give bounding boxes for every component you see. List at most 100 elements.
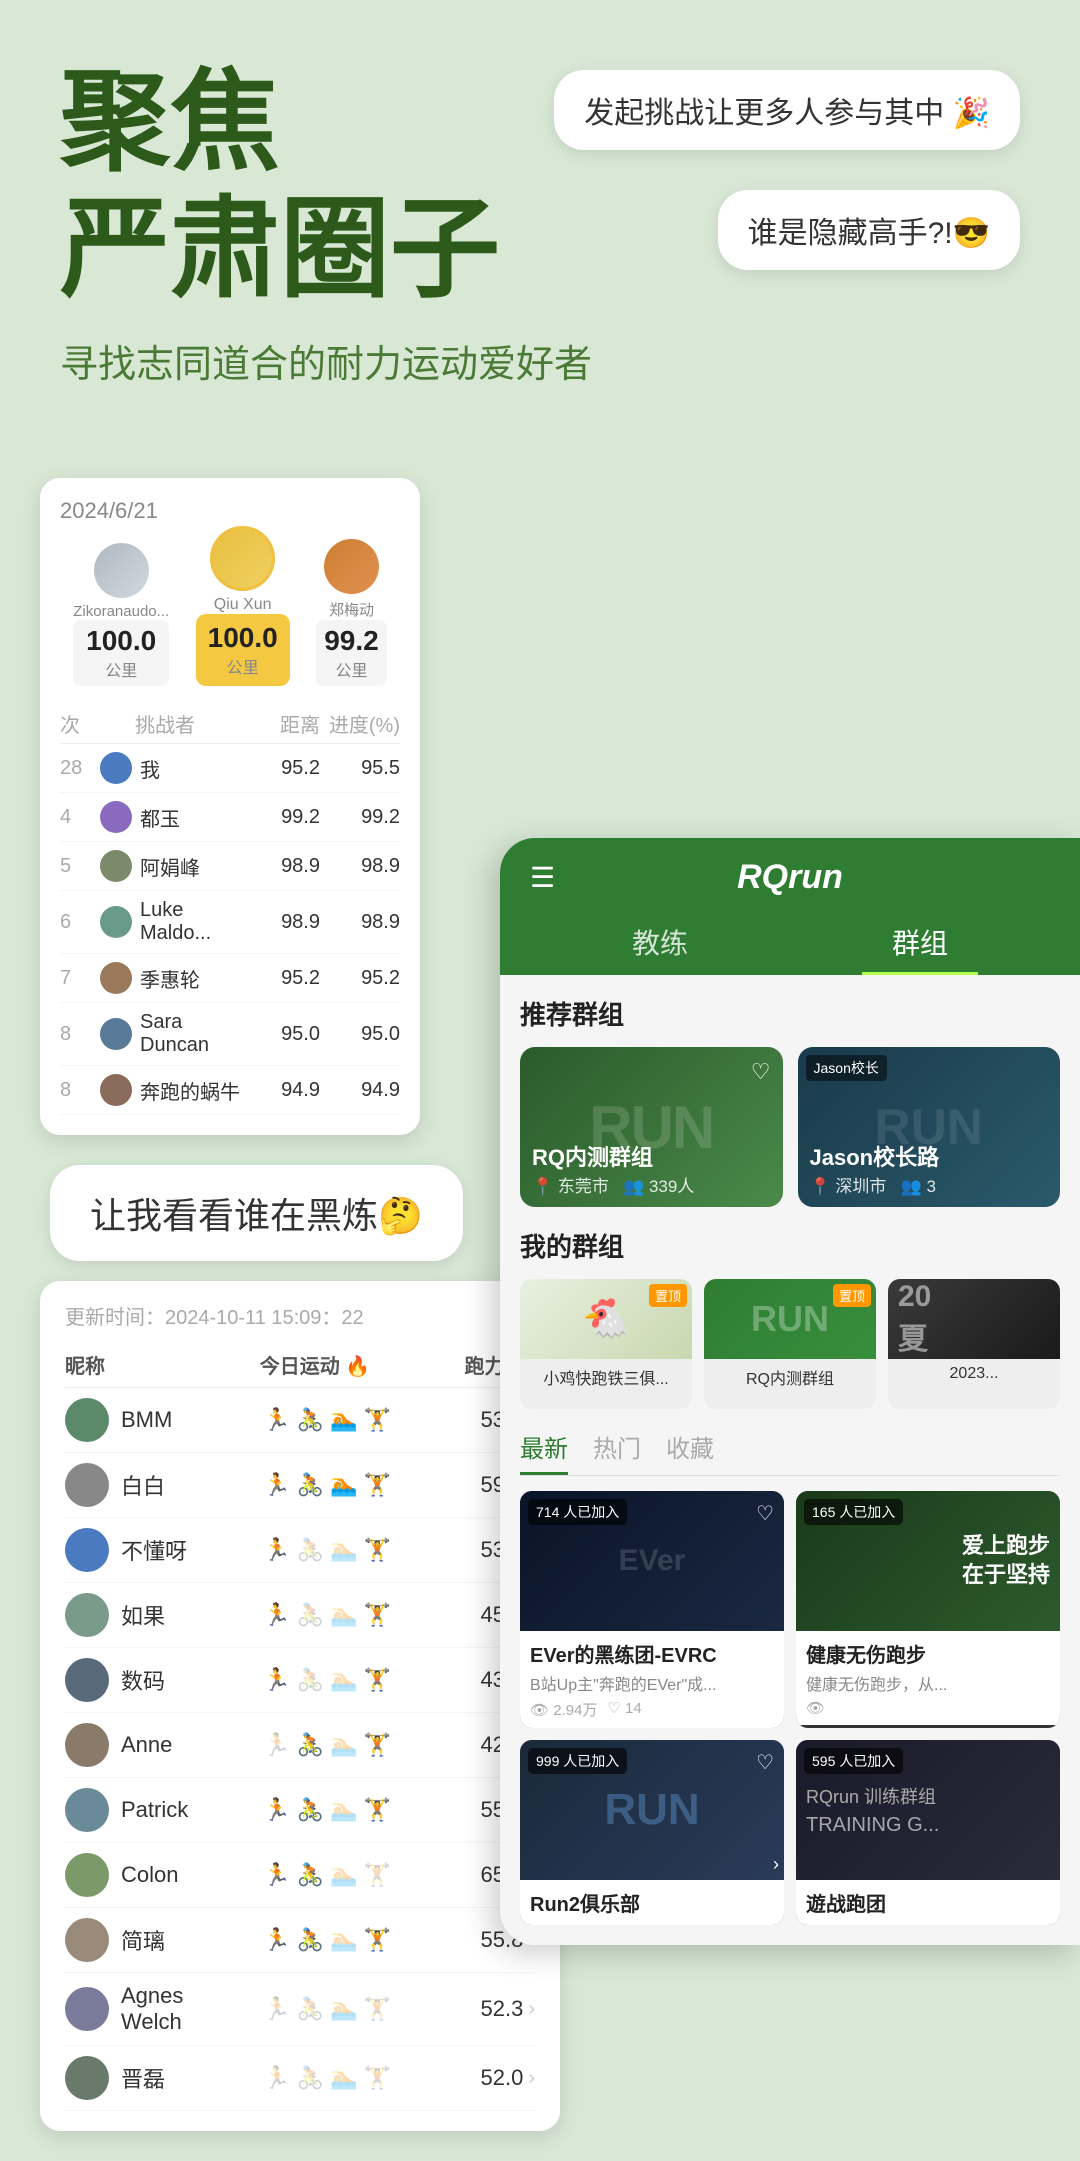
group-name-jason: Jason校长路: [810, 1140, 940, 1172]
app-title: RQrun: [737, 858, 843, 897]
table-row: 6 Luke Maldo... 98.9 98.9: [60, 891, 400, 954]
hero-subtitle: 寻找志同道合的耐力运动爱好者: [60, 333, 1020, 388]
join-count-healthy: 165 人已加入: [804, 1499, 903, 1525]
activity-score: 52.3: [433, 1996, 523, 2022]
content-tab-latest[interactable]: 最新: [520, 1429, 568, 1475]
pinned-label: 置顶: [649, 1284, 687, 1307]
pinned-label: 置顶: [833, 1284, 871, 1307]
group-card-jason[interactable]: RUN Jason校长 Jason校长路 📍 深圳市 👥 3: [798, 1047, 1061, 1207]
two-column-section: 2024/6/21 Zikoranaudo... 100.0 公里: [0, 458, 1080, 2161]
activity-row[interactable]: BMM 🏃 🚴 🏊 🏋️ 53.4 ›: [65, 1388, 535, 1453]
activity-row[interactable]: Colon 🏃 🚴 🏊 🏋️ 65.8 ›: [65, 1843, 535, 1908]
join-count-run2: 999 人已加入: [528, 1748, 627, 1774]
activity-avatar: [65, 1463, 109, 1507]
speech-bubble-1: 发起挑战让更多人参与其中 🎉: [554, 70, 1020, 150]
activity-icons: 🏃 🚴 🏊 🏋️: [221, 1996, 433, 2022]
heart-icon[interactable]: ♡: [751, 1059, 771, 1085]
feed-title-run2: Run2俱乐部: [530, 1888, 774, 1917]
group-meta-rq: 📍 东莞市 👥 339人: [532, 1172, 694, 1197]
activity-row-name: 晋磊: [121, 2062, 221, 2094]
activity-row-name: BMM: [121, 1407, 221, 1433]
runner-name-gold: Qiu Xun: [196, 596, 290, 614]
speech-bubble-2: 谁是隐藏高手?!😎: [718, 190, 1020, 270]
table-row: 7 季惠轮 95.2 95.2: [60, 954, 400, 1003]
activity-row[interactable]: 简璃 🏃 🚴 🏊 🏋️ 55.8 ›: [65, 1908, 535, 1973]
my-group-card-rq[interactable]: RUN 置顶 RQ内测群组: [704, 1279, 876, 1409]
activity-table-header: 昵称 今日运动 🔥 跑力 📈: [65, 1342, 535, 1388]
table-row: 5 阿娟峰 98.9 98.9: [60, 842, 400, 891]
feed-card-run2[interactable]: RUN ♡ 999 人已加入 › Run2俱乐部: [520, 1740, 784, 1925]
join-count-ever: 714 人已加入: [528, 1499, 627, 1525]
hero-section: 聚焦 严肃圈子 寻找志同道合的耐力运动爱好者 发起挑战让更多人参与其中 🎉 谁是…: [0, 0, 1080, 458]
runner-item-silver: Zikoranaudo... 100.0 公里: [73, 543, 169, 686]
tab-coach[interactable]: 教练: [602, 912, 718, 975]
activity-row-name: 不懂呀: [121, 1534, 221, 1566]
runner-avatar-gold: [210, 526, 275, 591]
app-tabs: 教练 群组: [530, 912, 1050, 975]
app-phone: ☰ RQrun 教练 群组 推荐群组 RUN ♡: [500, 838, 1080, 1945]
group-name-rq: RQ内测群组: [532, 1140, 694, 1172]
recommended-groups-title: 推荐群组: [520, 995, 1060, 1032]
activity-row[interactable]: Patrick 🏃 🚴 🏊 🏋️ 55.5 ›: [65, 1778, 535, 1843]
tab-group[interactable]: 群组: [862, 912, 978, 975]
activity-avatar: [65, 2056, 109, 2100]
activity-row[interactable]: Anne 🏃 🚴 🏊 🏋️ 42.2 ›: [65, 1713, 535, 1778]
table-header: 次 挑战者 距离 进度(%): [60, 704, 400, 744]
my-groups-title: 我的群组: [520, 1227, 1060, 1264]
feed-card-info-run2: Run2俱乐部: [520, 1880, 784, 1925]
activity-row[interactable]: 晋磊 🏃 🚴 🏊 🏋️ 52.0 ›: [65, 2046, 535, 2111]
speech-bubble-3: 让我看看谁在黑炼🤔: [50, 1165, 463, 1261]
activity-icons: 🏃 🚴 🏊 🏋️: [221, 1862, 433, 1888]
activity-avatar: [65, 1918, 109, 1962]
my-group-card-chicken[interactable]: 🐔 置顶 小鸡快跑铁三俱...: [520, 1279, 692, 1409]
challenge-date: 2024/6/21: [60, 498, 400, 524]
feed-card-fight[interactable]: RQrun 训练群组 TRAINING G... 595 人已加入 遊战跑团: [796, 1740, 1060, 1925]
feed-cards: EVer 714 人已加入 ♡ › EVer的黑练团-EVRC B站Up主"奔跑…: [520, 1491, 1060, 1925]
feed-card-info-healthy: 健康无伤跑步 健康无伤跑步，从... 👁: [796, 1631, 1060, 1725]
activity-row-name: 数码: [121, 1664, 221, 1696]
feed-title-fight: 遊战跑团: [806, 1888, 1050, 1917]
my-group-name-rq: RQ内测群组: [704, 1359, 876, 1395]
activity-icons: 🏃 🚴 🏊 🏋️: [221, 2065, 433, 2091]
activity-table-body: BMM 🏃 🚴 🏊 🏋️ 53.4 › 白白: [65, 1388, 535, 2111]
menu-icon[interactable]: ☰: [530, 861, 555, 894]
group-info-rq: RQ内测群组 📍 东莞市 👥 339人: [532, 1140, 694, 1197]
activity-row[interactable]: 不懂呀 🏃 🚴 🏊 🏋️ 53.2 ›: [65, 1518, 535, 1583]
activity-avatar: [65, 1398, 109, 1442]
activity-row-name: Colon: [121, 1862, 221, 1888]
runner-dist-bronze: 99.2: [324, 625, 379, 657]
chevron-right-icon-run2: ›: [773, 1854, 779, 1875]
app-content: 推荐群组 RUN ♡ RQ内测群组 📍 东莞市 👥 339人: [500, 975, 1080, 1945]
runner-item-bronze: 郑梅动 99.2 公里: [316, 539, 387, 686]
runner-avatar-bronze: [324, 539, 379, 594]
content-tab-saved[interactable]: 收藏: [666, 1429, 714, 1475]
feed-title-healthy: 健康无伤跑步: [806, 1639, 1050, 1668]
activity-icons: 🏃 🚴 🏊 🏋️: [221, 1732, 433, 1758]
activity-row[interactable]: 数码 🏃 🚴 🏊 🏋️ 43.9 ›: [65, 1648, 535, 1713]
my-group-card-2023[interactable]: 20夏 2023...: [888, 1279, 1060, 1409]
feed-card-ever[interactable]: EVer 714 人已加入 ♡ › EVer的黑练团-EVRC B站Up主"奔跑…: [520, 1491, 784, 1728]
activity-icons: 🏃 🚴 🏊 🏋️: [221, 1407, 433, 1433]
activity-card: 更新时间：2024-10-11 15:09：22 昵称 今日运动 🔥 跑力 📈 …: [40, 1281, 560, 2131]
activity-row-name: 如果: [121, 1599, 221, 1631]
feed-card-info-fight: 遊战跑团: [796, 1880, 1060, 1925]
table-row: 8 Sara Duncan 95.0 95.0: [60, 1003, 400, 1066]
activity-icons: 🏃 🚴 🏊 🏋️: [221, 1797, 433, 1823]
heart-icon-ever[interactable]: ♡: [756, 1501, 774, 1526]
feed-stats-healthy: 👁: [806, 1699, 1050, 1717]
challenge-table-body: 28 我 95.2 95.5 4 都玉 99.2 99.2 5 阿娟峰: [60, 744, 400, 1115]
heart-icon-run2[interactable]: ♡: [756, 1750, 774, 1775]
content-tab-hot[interactable]: 热门: [593, 1429, 641, 1475]
runner-name-silver: Zikoranaudo...: [73, 603, 169, 620]
activity-row[interactable]: 白白 🏃 🚴 🏊 🏋️ 59.1 ›: [65, 1453, 535, 1518]
feed-card-healthy[interactable]: 爱上跑步在于坚持 165 人已加入 健康无伤跑步 健康无伤跑步，从... 👁: [796, 1491, 1060, 1728]
activity-row-name: 简璃: [121, 1924, 221, 1956]
app-header: ☰ RQrun 教练 群组: [500, 838, 1080, 975]
feed-title-ever: EVer的黑练团-EVRC: [530, 1639, 774, 1668]
runner-dist-silver: 100.0: [81, 625, 161, 657]
table-row: 8 奔跑的蜗牛 94.9 94.9: [60, 1066, 400, 1115]
group-card-rq[interactable]: RUN ♡ RQ内测群组 📍 东莞市 👥 339人: [520, 1047, 783, 1207]
activity-row[interactable]: 如果 🏃 🚴 🏊 🏋️ 45.6 ›: [65, 1583, 535, 1648]
activity-row[interactable]: Agnes Welch 🏃 🚴 🏊 🏋️ 52.3 ›: [65, 1973, 535, 2046]
activity-icons: 🏃 🚴 🏊 🏋️: [221, 1602, 433, 1628]
